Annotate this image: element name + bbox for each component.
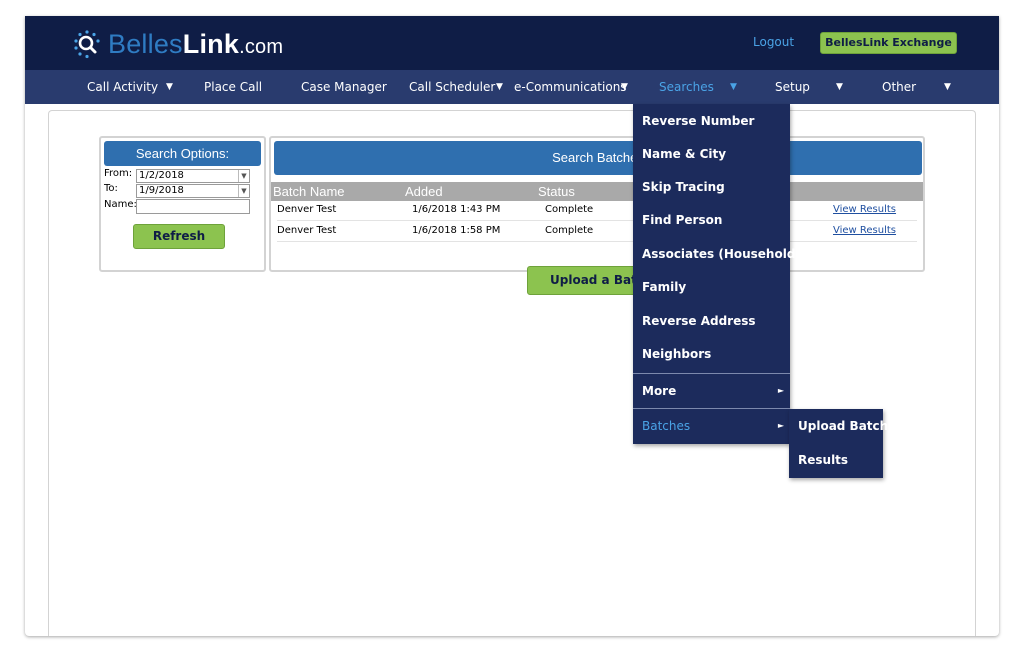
chevron-down-icon[interactable]: ▼ xyxy=(238,170,249,182)
menu-item-name-city[interactable]: Name & City xyxy=(633,137,790,171)
menu-item-neighbors[interactable]: Neighbors xyxy=(633,337,790,371)
added-cell: 1/6/2018 1:58 PM xyxy=(412,225,501,236)
menu-item-skip-tracing[interactable]: Skip Tracing xyxy=(633,170,790,204)
upload-batch-button[interactable]: Upload a Batch xyxy=(527,266,639,295)
menu-item-family[interactable]: Family xyxy=(633,270,790,304)
chevron-right-icon: ► xyxy=(777,386,784,395)
nav-setup[interactable]: Setup xyxy=(775,70,810,104)
logo-part-3: .com xyxy=(239,35,284,58)
nav-searches[interactable]: Searches xyxy=(659,70,714,104)
added-cell: 1/6/2018 1:43 PM xyxy=(412,204,501,215)
chevron-down-icon[interactable]: ▼ xyxy=(621,70,628,104)
search-options-panel: Search Options: From: 1/2/2018 ▼ To: 1/9… xyxy=(99,136,266,272)
to-label: To: xyxy=(104,183,118,194)
from-date-field[interactable]: 1/2/2018 ▼ xyxy=(136,169,250,183)
to-date-value: 1/9/2018 xyxy=(139,185,184,196)
header-bar: BellesLink.com Logout BellesLink Exchang… xyxy=(25,16,999,70)
chevron-down-icon[interactable]: ▼ xyxy=(166,70,173,104)
column-header-batch-name[interactable]: Batch Name xyxy=(273,182,345,201)
nav-e-communications[interactable]: e-Communications xyxy=(514,70,627,104)
menu-item-batches-label: Batches xyxy=(642,419,691,433)
table-row: Denver Test 1/6/2018 1:43 PM Complete Vi… xyxy=(277,201,917,221)
chevron-down-icon[interactable]: ▼ xyxy=(944,70,951,104)
search-batches-panel: Search Batches Batch Name Added Status D… xyxy=(269,136,925,272)
chevron-down-icon[interactable]: ▼ xyxy=(836,70,843,104)
belleslink-exchange-button[interactable]: BellesLink Exchange xyxy=(820,32,957,54)
nav-place-call[interactable]: Place Call xyxy=(204,70,262,104)
logo-part-2: Link xyxy=(182,28,240,59)
nav-other[interactable]: Other xyxy=(882,70,916,104)
app-window: BellesLink.com Logout BellesLink Exchang… xyxy=(25,16,999,636)
nav-call-activity[interactable]: Call Activity xyxy=(87,70,158,104)
main-nav: Call Activity ▼ Place Call Case Manager … xyxy=(25,70,999,104)
search-options-title: Search Options: xyxy=(104,141,261,166)
logout-link[interactable]: Logout xyxy=(753,35,794,49)
chevron-down-icon[interactable]: ▼ xyxy=(730,70,737,104)
table-row: Denver Test 1/6/2018 1:58 PM Complete Vi… xyxy=(277,222,917,242)
batch-name-cell: Denver Test xyxy=(277,225,337,236)
search-batches-title: Search Batches xyxy=(274,141,922,175)
batch-name-cell: Denver Test xyxy=(277,204,337,215)
submenu-item-results[interactable]: Results xyxy=(789,443,883,477)
menu-item-find-person[interactable]: Find Person xyxy=(633,203,790,237)
searches-dropdown-menu: Reverse Number Name & City Skip Tracing … xyxy=(633,104,801,444)
nav-case-manager[interactable]: Case Manager xyxy=(301,70,387,104)
menu-item-more-label: More xyxy=(642,384,677,398)
logo-part-1: Belles xyxy=(108,28,183,59)
name-field[interactable] xyxy=(136,199,250,214)
status-cell: Complete xyxy=(545,225,594,236)
nav-call-scheduler[interactable]: Call Scheduler xyxy=(409,70,495,104)
submenu-item-upload-batch[interactable]: Upload Batch xyxy=(789,409,888,443)
column-header-added[interactable]: Added xyxy=(405,182,443,201)
table-header: Batch Name Added Status xyxy=(271,182,923,201)
chevron-down-icon[interactable]: ▼ xyxy=(238,185,249,197)
menu-item-batches[interactable]: Batches ► xyxy=(633,409,790,443)
column-header-status[interactable]: Status xyxy=(538,182,575,201)
view-results-link[interactable]: View Results xyxy=(833,225,896,236)
refresh-button[interactable]: Refresh xyxy=(133,224,225,249)
from-date-value: 1/2/2018 xyxy=(139,170,184,181)
name-label: Name: xyxy=(104,199,137,210)
status-cell: Complete xyxy=(545,204,594,215)
menu-item-reverse-address[interactable]: Reverse Address xyxy=(633,304,790,338)
logo-wordmark: BellesLink.com xyxy=(108,29,283,60)
chevron-down-icon[interactable]: ▼ xyxy=(496,70,503,104)
menu-item-associates-household[interactable]: Associates (Household) xyxy=(633,237,801,271)
menu-item-reverse-number[interactable]: Reverse Number xyxy=(633,104,790,138)
view-results-link[interactable]: View Results xyxy=(833,204,896,215)
menu-item-more[interactable]: More ► xyxy=(633,374,790,408)
to-date-field[interactable]: 1/9/2018 ▼ xyxy=(136,184,250,198)
logo[interactable]: BellesLink.com xyxy=(72,28,283,60)
chevron-right-icon: ► xyxy=(777,421,784,430)
batches-submenu: Upload Batch Results xyxy=(789,409,888,478)
magnifier-logo-icon xyxy=(72,29,102,59)
from-label: From: xyxy=(104,168,133,179)
